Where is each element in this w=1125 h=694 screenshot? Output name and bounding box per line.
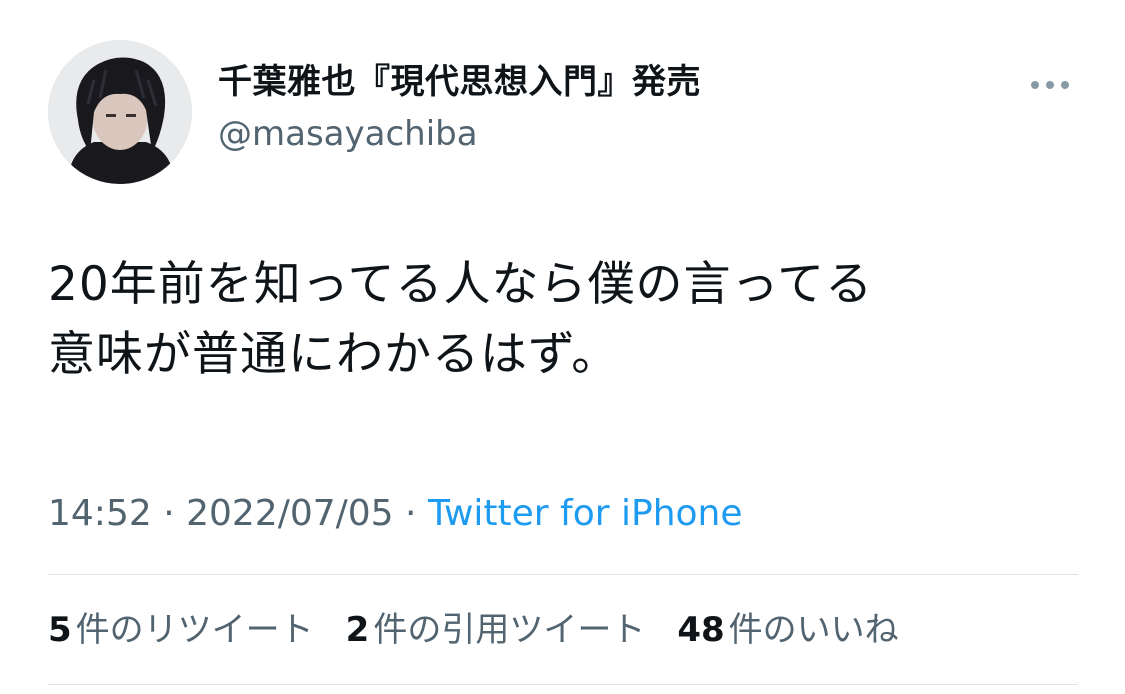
meta-separator: · (151, 493, 187, 534)
tweet-time[interactable]: 14:52 (48, 493, 152, 534)
more-horizontal-icon-dot (1046, 81, 1054, 89)
tweet-date[interactable]: 2022/07/05 (186, 493, 394, 534)
author-display-name[interactable]: 千葉雅也『現代思想入門』発売 (218, 60, 701, 104)
tweet-text: 20年前を知ってる人なら僕の言ってる 意味が普通にわかるはず。 (48, 250, 1088, 390)
tweet-text-line: 意味が普通にわかるはず。 (48, 327, 620, 382)
avatar[interactable] (48, 40, 192, 184)
author-handle[interactable]: @masayachiba (218, 112, 478, 156)
quote-tweets-stat[interactable]: 2 件の引用ツイート (346, 606, 646, 654)
likes-count: 48 (677, 610, 725, 650)
likes-stat[interactable]: 48 件のいいね (677, 606, 898, 654)
retweets-label: 件のリツイート (75, 610, 314, 650)
more-horizontal-icon (1031, 81, 1039, 89)
more-horizontal-icon-dot (1061, 81, 1069, 89)
meta-separator: · (393, 493, 428, 534)
retweets-count: 5 (48, 610, 72, 650)
divider (48, 684, 1078, 685)
likes-label: 件のいいね (728, 610, 899, 650)
tweet-card: 千葉雅也『現代思想入門』発売 @masayachiba 20年前を知ってる人なら… (0, 0, 1125, 694)
avatar-image (48, 40, 192, 184)
more-options-button[interactable] (1022, 70, 1078, 100)
engagement-stats: 5 件のリツイート 2 件の引用ツイート 48 件のいいね (48, 606, 899, 654)
divider (48, 574, 1078, 575)
retweets-stat[interactable]: 5 件のリツイート (48, 606, 314, 654)
tweet-text-line: 20年前を知ってる人なら僕の言ってる (48, 257, 874, 312)
quote-tweets-count: 2 (345, 610, 370, 650)
tweet-source-link[interactable]: Twitter for iPhone (428, 493, 743, 534)
tweet-metadata: 14:52 · 2022/07/05 · Twitter for iPhone (48, 490, 743, 538)
quote-tweets-label: 件の引用ツイート (373, 610, 646, 650)
